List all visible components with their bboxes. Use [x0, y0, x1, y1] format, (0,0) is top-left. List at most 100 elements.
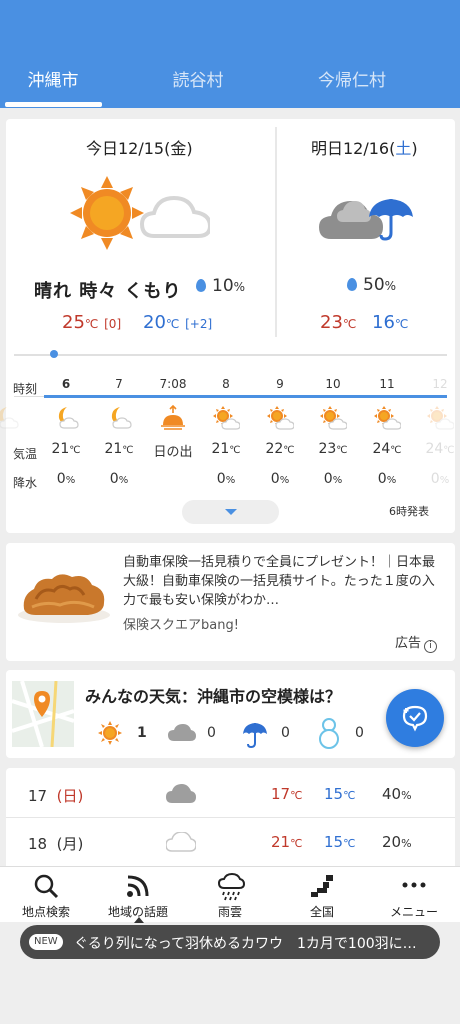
- nav-search[interactable]: 地点検索: [0, 867, 92, 923]
- cloud-icon[interactable]: [168, 724, 196, 742]
- count-snowy: 0: [355, 725, 364, 741]
- hour-temp: 21℃: [104, 441, 134, 457]
- tab-yomitan[interactable]: 読谷村: [123, 66, 273, 91]
- tab-okinawa[interactable]: 沖縄市: [0, 66, 128, 91]
- weekly-forecast-card: 17 (日) 17℃ 15℃ 40% 18 (月) 21℃ 15℃ 20%: [6, 768, 455, 866]
- sun-icon[interactable]: [98, 721, 122, 745]
- hour-precip: 0%: [430, 471, 450, 487]
- count-cloudy: 0: [207, 725, 216, 741]
- weekly-low: 15℃: [324, 785, 356, 803]
- sun-cloud-icon: [267, 406, 294, 430]
- weekly-date: 17 (日): [28, 787, 84, 805]
- today-title: 今日12/15(金): [86, 139, 193, 158]
- snowman-icon[interactable]: [317, 717, 341, 749]
- raindrop-icon: [196, 279, 206, 292]
- hour-precip: 0%: [56, 471, 76, 487]
- today-rain-chance: 10%: [196, 276, 245, 296]
- moon-cloud-icon: [58, 407, 79, 429]
- weekly-date: 18 (月): [28, 835, 84, 853]
- sun-cloud-icon: [374, 406, 401, 430]
- community-title: みんなの天気：沖縄市の空模様は？: [85, 687, 342, 706]
- count-rainy: 0: [281, 725, 290, 741]
- hour-temp: 22℃: [265, 441, 295, 457]
- temp-row-label: 気温: [13, 447, 38, 461]
- expand-hourly-button[interactable]: [182, 500, 279, 524]
- nav-menu[interactable]: メニュー: [368, 867, 460, 923]
- hour-label: 9: [276, 377, 284, 391]
- precip-row-label: 降水: [13, 476, 38, 490]
- rain-cloud-icon: [217, 873, 245, 901]
- ticker-text[interactable]: ぐるり列になって羽休めるカワウ 1カ月で100羽に…: [74, 933, 434, 953]
- more-icon: [402, 882, 426, 888]
- hour-label: 7: [115, 377, 123, 391]
- ad-source: 保険スクエアbang!: [123, 618, 239, 633]
- weekly-high: 17℃: [271, 785, 303, 803]
- hourly-scroll-track[interactable]: [14, 354, 447, 356]
- weekly-pop: 20%: [382, 833, 412, 851]
- weekly-high: 21℃: [271, 833, 303, 851]
- hour-temp: 日の出: [153, 445, 193, 460]
- nav-nationwide[interactable]: 全国: [276, 867, 368, 923]
- rss-icon: [127, 875, 149, 897]
- hourly-scroll-thumb[interactable]: [50, 350, 58, 358]
- sun-cloud-icon: [427, 406, 454, 430]
- cloud-icon: [166, 832, 196, 852]
- ad-image: [18, 574, 110, 623]
- cloud-umbrella-icon: [319, 199, 413, 241]
- hour-label: 6: [61, 377, 71, 391]
- header-bar: 沖縄市 読谷村 今帰仁村: [0, 0, 460, 108]
- hour-precip: 0%: [270, 471, 290, 487]
- info-icon: i: [424, 640, 438, 653]
- news-ticker[interactable]: NEW ぐるり列になって羽休めるカワウ 1カ月で100羽に…: [20, 925, 440, 959]
- hour-precip: 0%: [216, 471, 236, 487]
- today-high-temp: 25℃ [0]: [62, 312, 122, 333]
- sunrise-icon: [161, 405, 185, 430]
- new-badge: NEW: [29, 934, 63, 950]
- hour-label: 8: [222, 377, 230, 391]
- weekly-row[interactable]: 18 (月) 21℃ 15℃ 20%: [6, 818, 455, 866]
- tomorrow-rain-chance: 50%: [347, 275, 396, 295]
- time-row-label: 時刻: [13, 382, 38, 396]
- tooltip-caret: [134, 917, 144, 923]
- hour-temp: 23℃: [318, 441, 348, 457]
- hour-label: 11: [379, 377, 395, 391]
- weekly-row[interactable]: 17 (日) 17℃ 15℃ 40%: [6, 770, 455, 818]
- card-divider: [275, 127, 277, 337]
- sun-cloud-icon: [70, 176, 210, 250]
- japan-map-icon: [311, 875, 333, 897]
- sun-cloud-icon: [320, 406, 347, 430]
- ad-card[interactable]: 自動車保険一括見積りで全員にプレゼント！｜日本最大級！自動車保険の一括見積サイト…: [6, 543, 455, 661]
- tomorrow-high-temp: 23℃: [320, 312, 357, 333]
- hour-row-divider: [14, 396, 44, 397]
- bottom-nav: 地点検索 地域の話題 雨雲 全国 メニュー: [0, 866, 460, 922]
- tomorrow-low-temp: 16℃: [372, 312, 409, 333]
- issued-time: 6時発表: [389, 505, 429, 518]
- active-tab-indicator: [5, 102, 102, 107]
- hour-label: 7:08: [159, 377, 187, 391]
- sun-cloud-icon: [213, 406, 240, 430]
- hour-label: 10: [325, 377, 341, 391]
- count-sunny: 1: [137, 725, 147, 741]
- hour-temp: 24℃: [372, 441, 402, 457]
- map-pin-icon: [12, 681, 74, 747]
- post-weather-fab[interactable]: [386, 689, 444, 747]
- hour-precip: 0%: [109, 471, 129, 487]
- weekly-low: 15℃: [324, 833, 356, 851]
- ad-label[interactable]: 広告 i: [395, 632, 438, 653]
- ad-text[interactable]: 自動車保険一括見積りで全員にプレゼント！｜日本最大級！自動車保険の一括見積サイト…: [123, 553, 445, 610]
- hour-temp: 24℃: [425, 441, 455, 457]
- umbrella-icon[interactable]: [242, 722, 268, 748]
- nav-rain-radar[interactable]: 雨雲: [184, 867, 276, 923]
- weekly-pop: 40%: [382, 785, 412, 803]
- search-icon: [34, 874, 59, 899]
- tab-nakijin[interactable]: 今帰仁村: [277, 66, 427, 91]
- forecast-card: 今日12/15(金) 明日12/16(土) 晴れ 時々 くもり 10% 50% …: [0, 119, 455, 533]
- hour-temp: 21℃: [51, 441, 81, 457]
- hour-temp: 21℃: [211, 441, 241, 457]
- nav-local-topics[interactable]: 地域の話題: [92, 867, 184, 923]
- hour-precip: 0%: [377, 471, 397, 487]
- today-weather-text: 晴れ 時々 くもり: [34, 281, 182, 302]
- moon-cloud-icon: [0, 407, 19, 429]
- today-low-temp: 20℃ [+2]: [143, 312, 213, 333]
- tomorrow-title: 明日12/16(土): [311, 139, 418, 158]
